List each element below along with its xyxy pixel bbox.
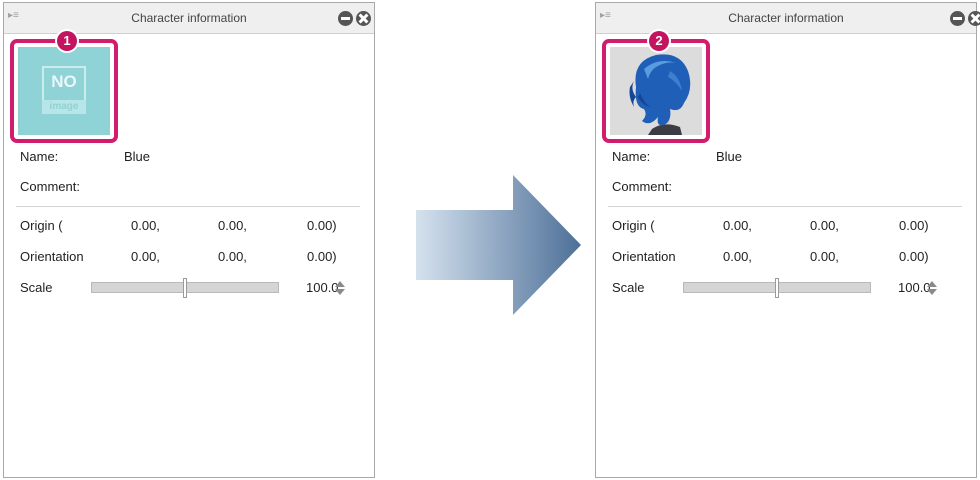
name-value[interactable]: Blue <box>716 149 742 164</box>
name-label: Name: <box>20 149 59 164</box>
scale-slider-thumb[interactable] <box>775 278 779 298</box>
panel-titlebar[interactable]: ▸≡ Character information <box>4 3 374 34</box>
panel-title: Character information <box>728 11 844 25</box>
minimize-icon[interactable] <box>338 11 353 26</box>
blue-hair-character-icon <box>610 47 702 135</box>
scale-label: Scale <box>612 280 645 295</box>
name-label: Name: <box>612 149 651 164</box>
orientation-x-field[interactable]: 0.00, <box>723 249 752 264</box>
origin-y-field[interactable]: 0.00, <box>218 218 247 233</box>
origin-x-field[interactable]: 0.00, <box>131 218 160 233</box>
no-image-icon: NO image <box>42 66 86 114</box>
spinner-icon[interactable] <box>926 280 938 296</box>
divider <box>16 206 360 207</box>
thumbnail-highlight-frame: 2 <box>602 31 710 143</box>
comment-label: Comment: <box>612 179 672 194</box>
origin-label: Origin ( <box>612 218 655 233</box>
name-value[interactable]: Blue <box>124 149 150 164</box>
comment-label: Comment: <box>20 179 80 194</box>
no-image-text: NO <box>51 72 77 91</box>
panel-title: Character information <box>131 11 247 25</box>
origin-z-field[interactable]: 0.00) <box>899 218 929 233</box>
scale-slider-thumb[interactable] <box>183 278 187 298</box>
scale-label: Scale <box>20 280 53 295</box>
no-image-thumbnail[interactable]: NO image <box>18 47 110 135</box>
origin-x-field[interactable]: 0.00, <box>723 218 752 233</box>
orientation-label: Orientation <box>612 249 676 264</box>
orientation-y-field[interactable]: 0.00, <box>810 249 839 264</box>
step-badge: 1 <box>57 31 77 51</box>
scale-slider[interactable] <box>91 278 279 298</box>
origin-label: Origin ( <box>20 218 63 233</box>
thumbnail-highlight-frame: NO image 1 <box>10 31 118 143</box>
orientation-z-field[interactable]: 0.00) <box>307 249 337 264</box>
orientation-y-field[interactable]: 0.00, <box>218 249 247 264</box>
no-image-subtext: image <box>42 100 86 114</box>
orientation-x-field[interactable]: 0.00, <box>131 249 160 264</box>
spinner-up-icon[interactable] <box>335 281 345 287</box>
spinner-down-icon[interactable] <box>335 289 345 295</box>
character-info-panel-after: ▸≡ Character information 2 Name: Blue Co… <box>595 2 980 478</box>
right-arrow-icon <box>416 175 581 315</box>
character-info-panel-before: ▸≡ Character information NO image 1 Name… <box>3 2 375 478</box>
close-icon[interactable] <box>968 11 980 26</box>
panel-titlebar[interactable]: ▸≡ Character information <box>596 3 980 34</box>
orientation-z-field[interactable]: 0.00) <box>899 249 929 264</box>
orientation-label: Orientation <box>20 249 84 264</box>
step-badge: 2 <box>649 31 669 51</box>
spinner-down-icon[interactable] <box>927 289 937 295</box>
spinner-icon[interactable] <box>334 280 346 296</box>
scale-slider[interactable] <box>683 278 871 298</box>
spinner-up-icon[interactable] <box>927 281 937 287</box>
minimize-icon[interactable] <box>950 11 965 26</box>
origin-z-field[interactable]: 0.00) <box>307 218 337 233</box>
divider <box>608 206 962 207</box>
close-icon[interactable] <box>356 11 371 26</box>
origin-y-field[interactable]: 0.00, <box>810 218 839 233</box>
character-avatar-thumbnail[interactable] <box>610 47 702 135</box>
